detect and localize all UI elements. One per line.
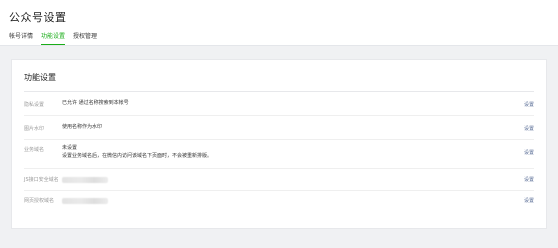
row-divider <box>24 139 534 140</box>
tab-account-details[interactable]: 帐号详情 <box>9 31 33 44</box>
row-divider <box>24 115 534 116</box>
row-description: 设置业务域名后，在微信内访问该域名下页面时，不会被重新排版。 <box>62 153 213 159</box>
row-divider <box>24 190 534 191</box>
oauth-domain-settings-link[interactable]: 设置 <box>524 197 534 204</box>
row-value: 未设置 <box>62 145 78 151</box>
section-title: 功能设置 <box>24 73 56 82</box>
row-value: 已允许 通过名称搜索到本帐号 <box>62 100 129 106</box>
redacted-value <box>62 198 108 204</box>
row-label: JS接口安全域名 <box>24 177 59 183</box>
tab-function-settings[interactable]: 功能设置 <box>41 31 66 45</box>
header-divider <box>0 45 558 46</box>
tab-authorization-management[interactable]: 授权管理 <box>73 31 97 44</box>
row-value: 使用名称作为水印 <box>62 124 103 130</box>
row-js-domain: JS接口安全域名 设置 <box>24 174 534 198</box>
row-oauth-domain: 网页授权域名 设置 <box>24 197 534 217</box>
privacy-settings-link[interactable]: 设置 <box>524 101 534 108</box>
row-label: 图片水印 <box>24 126 45 132</box>
row-label: 业务域名 <box>24 147 45 153</box>
row-business-domain: 业务域名 未设置 设置业务域名后，在微信内访问该域名下页面时，不会被重新排版。 … <box>24 144 534 174</box>
page-title: 公众号设置 <box>9 11 67 24</box>
redacted-value <box>62 177 108 183</box>
row-label: 隐私设置 <box>24 102 45 108</box>
watermark-settings-link[interactable]: 设置 <box>524 125 534 132</box>
row-privacy: 隐私设置 已允许 通过名称搜索到本帐号 设置 <box>24 98 534 122</box>
business-domain-settings-link[interactable]: 设置 <box>524 149 534 156</box>
section-divider <box>24 91 534 92</box>
row-divider <box>24 168 534 169</box>
row-label: 网页授权域名 <box>24 198 55 204</box>
settings-card: 功能设置 隐私设置 已允许 通过名称搜索到本帐号 设置 图片水印 使用名称作为水… <box>11 59 547 229</box>
header: 公众号设置 帐号详情 功能设置 授权管理 <box>0 0 558 46</box>
row-watermark: 图片水印 使用名称作为水印 设置 <box>24 122 534 146</box>
js-domain-settings-link[interactable]: 设置 <box>524 176 534 183</box>
